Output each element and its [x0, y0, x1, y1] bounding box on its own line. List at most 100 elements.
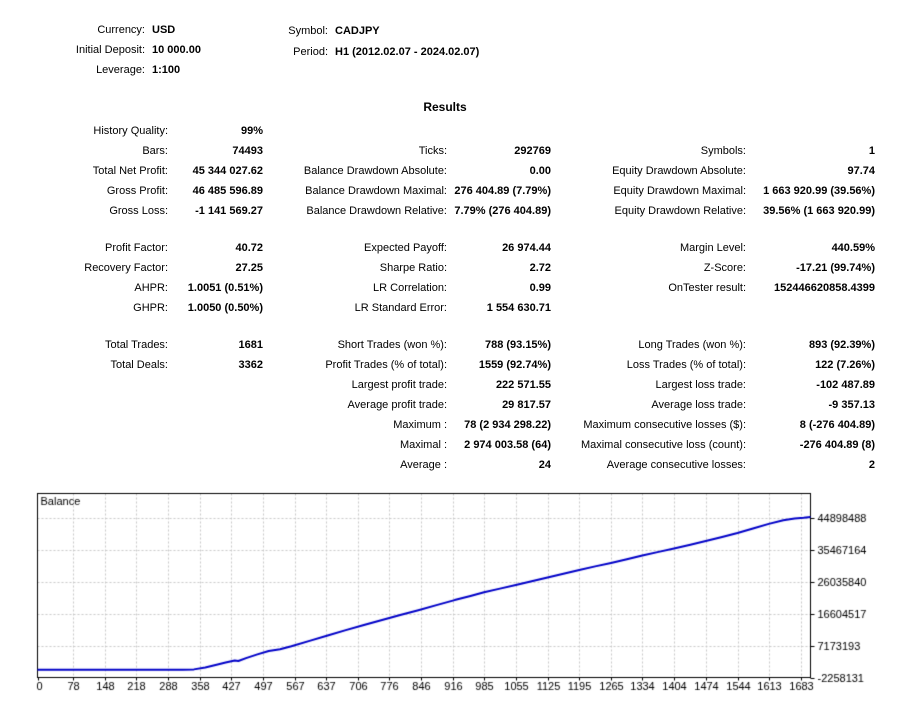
stat-value [746, 298, 875, 318]
stat-label: Maximal : [399, 439, 447, 451]
stat-value: -9 357.13 [828, 399, 875, 411]
stat-label: Total Net Profit: [92, 165, 168, 177]
stat-label: Equity Drawdown Maximal: [613, 185, 746, 197]
stat-label: Margin Level: [679, 242, 746, 254]
stat-label: Maximum consecutive losses ($): [583, 419, 746, 431]
stat-label: Sharpe Ratio: [379, 262, 447, 274]
stat-value: 46 485 596.89 [192, 185, 263, 197]
stat-label [0, 395, 168, 415]
stat-label: Total Deals: [110, 359, 168, 371]
stat-label: Average loss trade: [651, 399, 746, 411]
stat-label [0, 415, 168, 435]
stat-value: 122 (7.26%) [815, 359, 875, 371]
stat-label: OnTester result: [668, 282, 746, 294]
stat-label: Maximal consecutive loss (count): [580, 439, 746, 451]
stat-label: LR Standard Error: [354, 302, 447, 314]
stat-value: 1681 [238, 339, 263, 351]
stat-value: 26 974.44 [502, 242, 551, 254]
stat-label: Average : [400, 459, 447, 471]
stat-label: LR Correlation: [373, 282, 447, 294]
stat-value [168, 415, 263, 435]
header-field-label: Initial Deposit: [75, 44, 145, 56]
stats-block-ratios: Profit Factor: 40.72 Expected Payoff: 26 97… [0, 238, 875, 318]
stat-value: 152446620858.4399 [774, 282, 875, 294]
stat-value: -276 404.89 (8) [799, 439, 875, 451]
stat-label: Gross Profit: [106, 185, 168, 197]
stat-label: Balance Drawdown Relative: [306, 205, 447, 217]
stat-value [168, 395, 263, 415]
stat-value: 24 [538, 459, 551, 471]
results-title: Results [423, 100, 467, 114]
stat-value: 97.74 [847, 165, 875, 177]
stat-label: Ticks: [418, 145, 447, 157]
stat-value: 74493 [232, 145, 263, 157]
stat-value: 3362 [238, 359, 263, 371]
stat-value: 27.25 [235, 262, 263, 274]
stat-value: 2 974 003.58 (64) [464, 439, 551, 451]
stat-value: 99% [240, 125, 263, 137]
stat-value [447, 121, 551, 141]
stat-label: Total Trades: [105, 339, 168, 351]
stat-value: 292769 [514, 145, 551, 157]
stat-value [168, 375, 263, 395]
header-field-value: 1:100 [152, 64, 181, 76]
stat-label: Average consecutive losses: [606, 459, 746, 471]
header-field-value: CADJPY [335, 25, 380, 37]
stat-value: 1.0050 (0.50%) [187, 302, 263, 314]
stat-value: -17.21 (99.74%) [796, 262, 875, 274]
stat-label: Largest profit trade: [351, 379, 447, 391]
stat-label [551, 121, 746, 141]
stat-value: 29 817.57 [502, 399, 551, 411]
stat-value: 39.56% (1 663 920.99) [763, 205, 875, 217]
stat-value: 1559 (92.74%) [478, 359, 551, 371]
stat-label: Equity Drawdown Absolute: [612, 165, 746, 177]
stat-label [0, 435, 168, 455]
stat-value: 1.0051 (0.51%) [187, 282, 263, 294]
stat-label: Balance Drawdown Absolute: [303, 165, 447, 177]
strategy-tester-report: Currency: USD Initial Deposit: 10 000.00 Lev… [0, 0, 915, 720]
header-field-value: H1 (2012.02.07 - 2024.02.07) [335, 46, 480, 58]
stat-value: 45 344 027.62 [192, 165, 263, 177]
stat-value: -1 141 569.27 [195, 205, 263, 217]
stat-value: 40.72 [235, 242, 263, 254]
stat-label: Equity Drawdown Relative: [614, 205, 746, 217]
header-right: Symbol: CADJPY Period: H1 (2012.02.07 - 202… [230, 21, 665, 63]
stat-value: 7.79% (276 404.89) [454, 205, 551, 217]
stat-label: Largest loss trade: [655, 379, 747, 391]
stat-value: 788 (93.15%) [484, 339, 551, 351]
stat-value: 222 571.55 [495, 379, 551, 391]
stat-label: Profit Trades (% of total): [325, 359, 447, 371]
header-field-label: Currency: [97, 24, 145, 36]
stat-label: AHPR: [134, 282, 168, 294]
header-field-label: Symbol: [288, 25, 328, 37]
stat-label: Profit Factor: [105, 242, 168, 254]
stat-value: 893 (92.39%) [808, 339, 875, 351]
stat-value [168, 455, 263, 475]
stat-label: History Quality: [93, 125, 168, 137]
stat-label: Short Trades (won %): [337, 339, 447, 351]
stat-label [0, 455, 168, 475]
stat-label [263, 121, 447, 141]
stat-label: GHPR: [133, 302, 168, 314]
stat-value: 1 [868, 145, 875, 157]
stat-label: Balance Drawdown Maximal: [305, 185, 447, 197]
stat-value: 276 404.89 (7.79%) [454, 185, 551, 197]
stat-value: 1 663 920.99 (39.56%) [763, 185, 875, 197]
stat-label: Bars: [142, 145, 168, 157]
stat-value [168, 435, 263, 455]
stat-value: 1 554 630.71 [486, 302, 551, 314]
stat-value: 440.59% [831, 242, 875, 254]
balance-chart [0, 488, 915, 720]
stat-label: Long Trades (won %): [638, 339, 746, 351]
stat-value: 0.00 [529, 165, 551, 177]
stat-label: Recovery Factor: [84, 262, 168, 274]
stat-label: Gross Loss: [109, 205, 168, 217]
header-field-label: Period: [293, 46, 328, 58]
stats-block-trades: Total Trades: 1681 Short Trades (won %): 78… [0, 335, 875, 475]
stat-value: 8 (-276 404.89) [799, 419, 875, 431]
stat-label [0, 375, 168, 395]
stat-value: 78 (2 934 298.22) [464, 419, 551, 431]
stat-label: Maximum : [393, 419, 447, 431]
stats-block-overview: History Quality: 99% Bars: 74493 Ticks: 29276… [0, 121, 875, 221]
stat-label: Z-Score: [703, 262, 746, 274]
